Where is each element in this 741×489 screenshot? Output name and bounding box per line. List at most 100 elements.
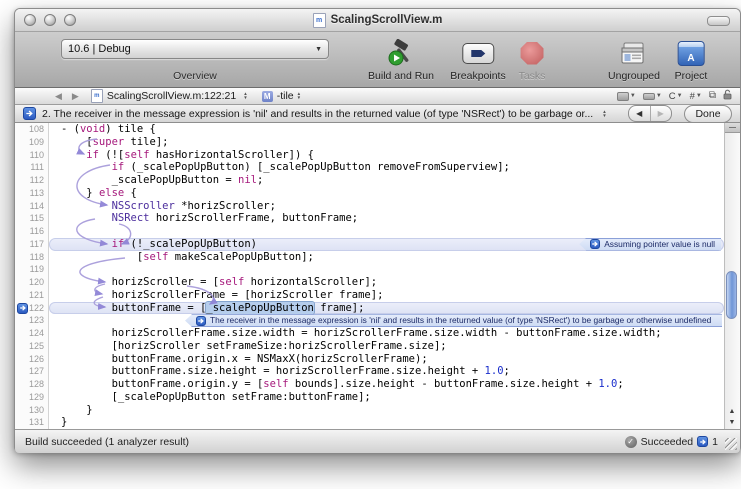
zoom-button[interactable] xyxy=(64,14,76,26)
code-line-127[interactable]: 127 buttonFrame.size.height = horizScrol… xyxy=(15,365,724,378)
scroll-down-button[interactable]: ▼ xyxy=(725,417,739,428)
stepper-icon: ▲▼ xyxy=(243,92,247,100)
code-line-122[interactable]: 122 buttonFrame = [_scalePopUpButton fra… xyxy=(15,302,724,315)
gutter-line-number[interactable]: 126 xyxy=(15,353,49,366)
code-text: [self makeScalePopUpButton]; xyxy=(49,251,724,264)
gutter-line-number[interactable]: 109 xyxy=(15,136,49,149)
code-text: [_scalePopUpButton setFrame:buttonFrame]… xyxy=(49,391,724,404)
close-button[interactable] xyxy=(24,14,36,26)
class-menu-button[interactable]: C▼ xyxy=(669,91,683,102)
file-popup-label: ScalingScrollView.m:122:21 xyxy=(107,90,236,102)
gutter-line-number[interactable]: 118 xyxy=(15,251,49,264)
gutter-line-number[interactable]: 108 xyxy=(15,123,49,136)
gutter-line-number[interactable]: 111 xyxy=(15,161,49,174)
tasks-button[interactable]: Tasks xyxy=(519,38,546,82)
minimize-button[interactable] xyxy=(44,14,56,26)
code-line-116[interactable]: 116 xyxy=(15,225,724,238)
file-history-popup[interactable]: m ScalingScrollView.m:122:21 ▲▼ xyxy=(91,89,248,103)
analyzer-arrow-icon xyxy=(196,316,206,326)
gutter-line-number[interactable]: 125 xyxy=(15,340,49,353)
code-line-112[interactable]: 112 _scalePopUpButton = nil; xyxy=(15,174,724,187)
breakpoints-button[interactable]: Breakpoints xyxy=(450,38,505,82)
gutter-line-number[interactable]: 127 xyxy=(15,365,49,378)
nav-forward-button[interactable]: ▶ xyxy=(72,91,79,102)
gutter-line-number[interactable]: 131 xyxy=(15,416,49,429)
include-menu-button[interactable]: #▼ xyxy=(690,91,702,102)
next-issue-button[interactable]: ▶ xyxy=(651,106,672,121)
selected-token[interactable]: _scalePopUpButton xyxy=(206,302,313,314)
gutter-line-number[interactable]: 113 xyxy=(15,187,49,200)
build-and-run-button[interactable]: Build and Run xyxy=(368,38,434,82)
code-line-126[interactable]: 126 buttonFrame.origin.x = NSMaxX(horizS… xyxy=(15,353,724,366)
code-editor[interactable]: 108- (void) tile {109 [super tile];110 i… xyxy=(15,123,740,429)
analyzer-count[interactable]: 1 xyxy=(712,436,718,448)
split-pane-handle[interactable] xyxy=(725,123,740,133)
method-popup[interactable]: -tile xyxy=(277,90,294,102)
code-line-120[interactable]: 120 horizScroller = [self horizontalScro… xyxy=(15,276,724,289)
code-line-119[interactable]: 119 xyxy=(15,263,724,276)
gutter-line-number[interactable]: 130 xyxy=(15,404,49,417)
status-bar: Build succeeded (1 analyzer result) ✓ Su… xyxy=(15,429,740,453)
code-line-124[interactable]: 124 horizScrollerFrame.size.width = hori… xyxy=(15,327,724,340)
code-line-131[interactable]: 131} xyxy=(15,416,724,429)
gutter-line-number[interactable]: 119 xyxy=(15,263,49,276)
breakpoints-menu-button[interactable]: ▼ xyxy=(643,93,662,100)
file-icon: m xyxy=(91,89,103,103)
analyzer-result-gutter-icon[interactable] xyxy=(17,303,28,314)
code-text: if (![self hasHorizontalScroller]) { xyxy=(49,149,724,162)
ungrouped-button[interactable]: Ungrouped xyxy=(608,38,660,82)
code-line-118[interactable]: 118 [self makeScalePopUpButton]; xyxy=(15,251,724,264)
code-text: NSScroller *horizScroller; xyxy=(49,200,724,213)
overview-label: Overview xyxy=(61,70,329,82)
code-line-129[interactable]: 129 [_scalePopUpButton setFrame:buttonFr… xyxy=(15,391,724,404)
analyzer-count-icon[interactable] xyxy=(697,436,708,447)
code-line-130[interactable]: 130 } xyxy=(15,404,724,417)
bookmarks-menu-button[interactable]: ▼ xyxy=(617,92,636,101)
gutter-line-number[interactable]: 117 xyxy=(15,238,49,251)
gutter-line-number[interactable]: 110 xyxy=(15,149,49,162)
title-bar[interactable]: m ScalingScrollView.m xyxy=(15,9,740,32)
gutter-line-number[interactable]: 123 xyxy=(15,314,49,327)
code-line-115[interactable]: 115 NSRect horizScrollerFrame, buttonFra… xyxy=(15,212,724,225)
gutter-line-number[interactable]: 114 xyxy=(15,200,49,213)
resize-grip[interactable] xyxy=(725,438,737,450)
counterpart-icon[interactable]: ⧉ xyxy=(709,91,716,101)
gutter-line-number[interactable]: 121 xyxy=(15,289,49,302)
scroll-up-button[interactable]: ▲ xyxy=(725,406,739,417)
code-line-109[interactable]: 109 [super tile]; xyxy=(15,136,724,149)
build-succeeded-label[interactable]: Succeeded xyxy=(641,436,694,448)
stepper-icon[interactable]: ▲▼ xyxy=(602,110,606,118)
code-line-121[interactable]: 121 horizScrollerFrame = [horizScroller … xyxy=(15,289,724,302)
overview-popup[interactable]: 10.6 | Debug ▼ xyxy=(61,39,329,59)
gutter-line-number[interactable]: 129 xyxy=(15,391,49,404)
xcode-window: m ScalingScrollView.m 10.6 | Debug ▼ Ove… xyxy=(14,8,741,452)
gutter-line-number[interactable]: 128 xyxy=(15,378,49,391)
code-line-117[interactable]: 117 if (!_scalePopUpButton)Assuming poin… xyxy=(15,238,724,251)
analyzer-arrow-icon xyxy=(23,107,36,120)
nav-back-button[interactable]: ◀ xyxy=(55,91,62,102)
vertical-scrollbar[interactable]: ▲ ▼ xyxy=(724,123,740,429)
gutter-line-number[interactable]: 124 xyxy=(15,327,49,340)
project-button[interactable]: A Project xyxy=(675,38,708,82)
build-succeeded-icon: ✓ xyxy=(625,436,637,448)
inline-annotation-bubble: The receiver in the message expression i… xyxy=(185,314,722,327)
code-line-113[interactable]: 113 } else { xyxy=(15,187,724,200)
gutter-line-number[interactable]: 116 xyxy=(15,225,49,238)
code-line-108[interactable]: 108- (void) tile { xyxy=(15,123,724,136)
code-line-114[interactable]: 114 NSScroller *horizScroller; xyxy=(15,200,724,213)
code-line-125[interactable]: 125 [horizScroller setFrameSize:horizScr… xyxy=(15,340,724,353)
code-line-128[interactable]: 128 buttonFrame.origin.y = [self bounds]… xyxy=(15,378,724,391)
code-line-123[interactable]: 123 The receiver in the message expressio… xyxy=(15,314,724,327)
code-line-111[interactable]: 111 if (_scalePopUpButton) [_scalePopUpB… xyxy=(15,161,724,174)
toolbar-toggle-button[interactable] xyxy=(707,16,730,26)
gutter-line-number[interactable]: 112 xyxy=(15,174,49,187)
gutter-line-number[interactable]: 115 xyxy=(15,212,49,225)
code-text: buttonFrame.size.height = horizScrollerF… xyxy=(49,365,724,378)
gutter-line-number[interactable]: 120 xyxy=(15,276,49,289)
done-button[interactable]: Done xyxy=(684,105,732,123)
code-line-110[interactable]: 110 if (![self hasHorizontalScroller]) { xyxy=(15,149,724,162)
document-proxy-icon[interactable]: m xyxy=(313,13,326,28)
lock-icon[interactable] xyxy=(723,89,732,103)
scrollbar-thumb[interactable] xyxy=(726,271,737,319)
prev-issue-button[interactable]: ◀ xyxy=(629,106,651,121)
